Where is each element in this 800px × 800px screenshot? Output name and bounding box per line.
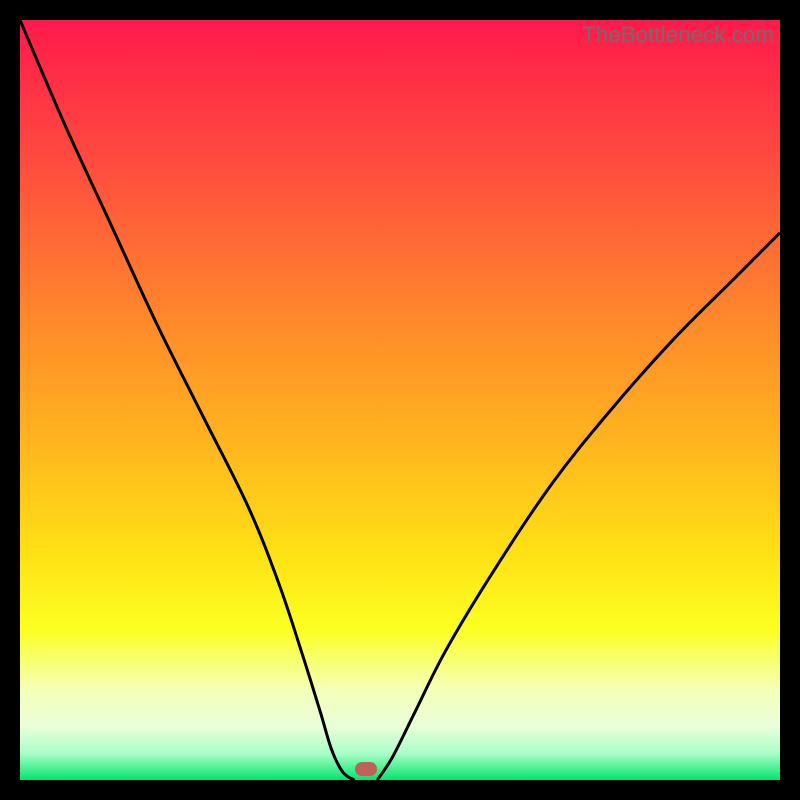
watermark-text: TheBottleneck.com	[582, 22, 774, 48]
gradient-background	[20, 20, 780, 780]
minimum-marker	[355, 762, 377, 776]
chart-frame: TheBottleneck.com	[20, 20, 780, 780]
bottleneck-chart	[20, 20, 780, 780]
